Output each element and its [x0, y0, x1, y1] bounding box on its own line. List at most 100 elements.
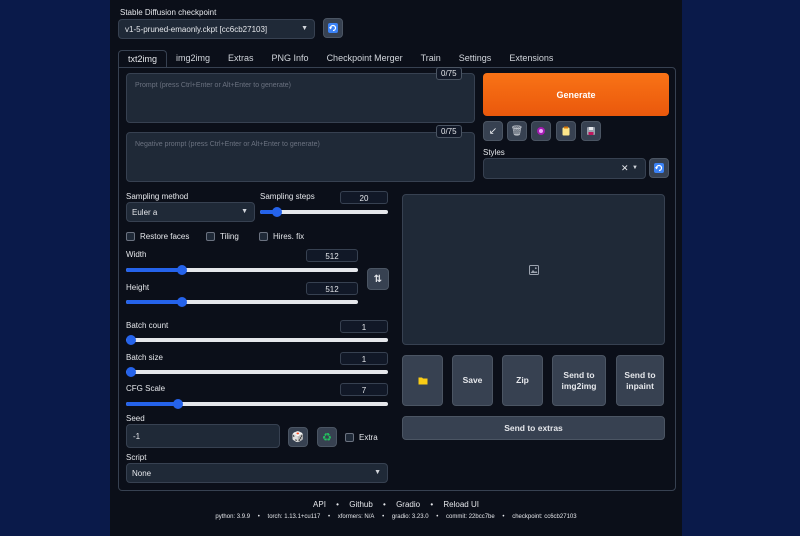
width-slider[interactable]: [126, 265, 358, 275]
tab-txt2img[interactable]: txt2img: [118, 50, 168, 68]
floppy-disk-icon: [587, 127, 595, 135]
chevron-down-icon: ▼: [301, 25, 308, 32]
checkpoint-label: Stable Diffusion checkpoint: [120, 8, 217, 17]
styles-dropdown[interactable]: ✕ ▼: [483, 158, 646, 179]
checkpoint-dropdown[interactable]: v1-5-pruned-emaonly.ckpt [cc6cb27103] ▼: [118, 19, 315, 39]
apply-style-button[interactable]: [556, 121, 576, 141]
batch-count-input[interactable]: 1: [340, 320, 388, 333]
zip-button[interactable]: Zip: [502, 355, 543, 406]
tab-img2img[interactable]: img2img: [167, 50, 219, 68]
output-gallery[interactable]: [402, 194, 665, 345]
sampling-steps-input[interactable]: 20: [340, 191, 388, 204]
refresh-checkpoint-button[interactable]: [323, 18, 343, 38]
sampling-method-value: Euler a: [132, 208, 158, 217]
width-input[interactable]: 512: [306, 249, 358, 262]
height-input[interactable]: 512: [306, 282, 358, 295]
slider-thumb[interactable]: [126, 335, 136, 345]
reuse-seed-button[interactable]: ♻: [317, 427, 337, 447]
tab-png-info[interactable]: PNG Info: [263, 50, 318, 68]
width-label: Width: [126, 250, 147, 259]
checkbox-box[interactable]: [126, 232, 135, 241]
slider-fill: [126, 402, 179, 406]
generate-button[interactable]: Generate: [483, 73, 669, 116]
clear-icon[interactable]: ✕: [621, 163, 629, 174]
save-style-button[interactable]: [581, 121, 601, 141]
cfg-scale-slider[interactable]: [126, 399, 388, 409]
refresh-icon: [654, 163, 664, 173]
script-dropdown[interactable]: None ▼: [126, 463, 388, 483]
slider-thumb[interactable]: [126, 367, 136, 377]
height-slider[interactable]: [126, 297, 358, 307]
save-button[interactable]: Save: [452, 355, 493, 406]
random-seed-button[interactable]: 🎲: [288, 427, 308, 447]
sampling-steps-label: Sampling steps: [260, 192, 315, 201]
sampling-method-label: Sampling method: [126, 192, 189, 201]
batch-size-input[interactable]: 1: [340, 352, 388, 365]
tiling-checkbox[interactable]: Tiling: [206, 232, 239, 241]
clear-prompt-button[interactable]: 🗑: [507, 121, 527, 141]
batch-count-slider[interactable]: [126, 335, 388, 345]
sampling-steps-slider[interactable]: [260, 207, 388, 217]
script-label: Script: [126, 453, 147, 462]
footer-separator: •: [436, 514, 439, 520]
slider-thumb[interactable]: [176, 265, 187, 275]
swap-dimensions-button[interactable]: ⇅: [367, 268, 389, 290]
checkbox-box[interactable]: [345, 433, 354, 442]
negative-prompt-placeholder: Negative prompt (press Ctrl+Enter or Alt…: [135, 141, 320, 148]
chevron-down-icon: ▼: [241, 208, 248, 215]
tab-settings[interactable]: Settings: [450, 50, 501, 68]
version-gradio: gradio: 3.23.0: [391, 514, 429, 520]
checkbox-label: Hires. fix: [273, 232, 305, 241]
open-folder-button[interactable]: [402, 355, 443, 406]
restore-faces-checkbox[interactable]: Restore faces: [126, 232, 189, 241]
negative-prompt-input[interactable]: Negative prompt (press Ctrl+Enter or Alt…: [126, 132, 475, 182]
tab-checkpoint-merger[interactable]: Checkpoint Merger: [318, 50, 412, 68]
send-to-extras-button[interactable]: Send to extras: [402, 416, 665, 440]
send-to-inpaint-button[interactable]: Send to inpaint: [616, 355, 664, 406]
dice-icon: 🎲: [291, 431, 305, 443]
cfg-scale-label: CFG Scale: [126, 384, 166, 393]
checkbox-label: Extra: [359, 433, 378, 442]
footer-link-github[interactable]: Github: [349, 500, 373, 509]
footer-separator: •: [502, 514, 505, 520]
extra-networks-button[interactable]: [531, 121, 551, 141]
slider-thumb[interactable]: [271, 207, 282, 217]
tab-extras[interactable]: Extras: [219, 50, 263, 68]
footer-link-api[interactable]: API: [313, 500, 326, 509]
refresh-styles-button[interactable]: [649, 158, 669, 178]
negative-prompt-token-counter: 0/75: [436, 125, 462, 138]
checkpoint-value: v1-5-pruned-emaonly.ckpt [cc6cb27103]: [125, 25, 268, 34]
chevron-down-icon: ▼: [632, 165, 638, 171]
checkbox-box[interactable]: [259, 232, 268, 241]
tab-extensions[interactable]: Extensions: [500, 50, 562, 68]
prompt-input[interactable]: Prompt (press Ctrl+Enter or Alt+Enter to…: [126, 73, 475, 123]
footer-link-gradio[interactable]: Gradio: [396, 500, 420, 509]
batch-size-slider[interactable]: [126, 367, 388, 377]
send-to-img2img-button[interactable]: Send to img2img: [552, 355, 606, 406]
sampling-method-dropdown[interactable]: Euler a ▼: [126, 202, 255, 222]
footer-link-reload-ui[interactable]: Reload UI: [443, 500, 479, 509]
cfg-scale-input[interactable]: 7: [340, 383, 388, 396]
version-python: python: 3.9.9: [215, 514, 251, 520]
footer-separator: •: [383, 500, 386, 509]
extra-seed-checkbox[interactable]: Extra: [345, 433, 378, 442]
checkbox-box[interactable]: [206, 232, 215, 241]
seed-input[interactable]: -1: [126, 424, 280, 448]
slider-fill: [126, 268, 182, 272]
checkbox-label: Restore faces: [140, 232, 190, 241]
prompt-placeholder: Prompt (press Ctrl+Enter or Alt+Enter to…: [135, 82, 292, 89]
slider-fill: [126, 300, 182, 304]
read-params-button[interactable]: ↙: [483, 121, 503, 141]
version-xformers: xformers: N/A: [337, 514, 375, 520]
footer-separator: •: [382, 514, 385, 520]
seed-label: Seed: [126, 414, 145, 423]
batch-count-label: Batch count: [126, 321, 169, 330]
footer-separator: •: [336, 500, 339, 509]
footer-separator: •: [430, 500, 434, 509]
image-icon: [529, 265, 539, 275]
tab-train[interactable]: Train: [412, 50, 450, 68]
version-checkpoint: checkpoint: cc6cb27103: [512, 514, 577, 520]
hires-fix-checkbox[interactable]: Hires. fix: [259, 232, 304, 241]
slider-thumb[interactable]: [176, 297, 187, 307]
trash-icon: 🗑: [510, 125, 524, 137]
